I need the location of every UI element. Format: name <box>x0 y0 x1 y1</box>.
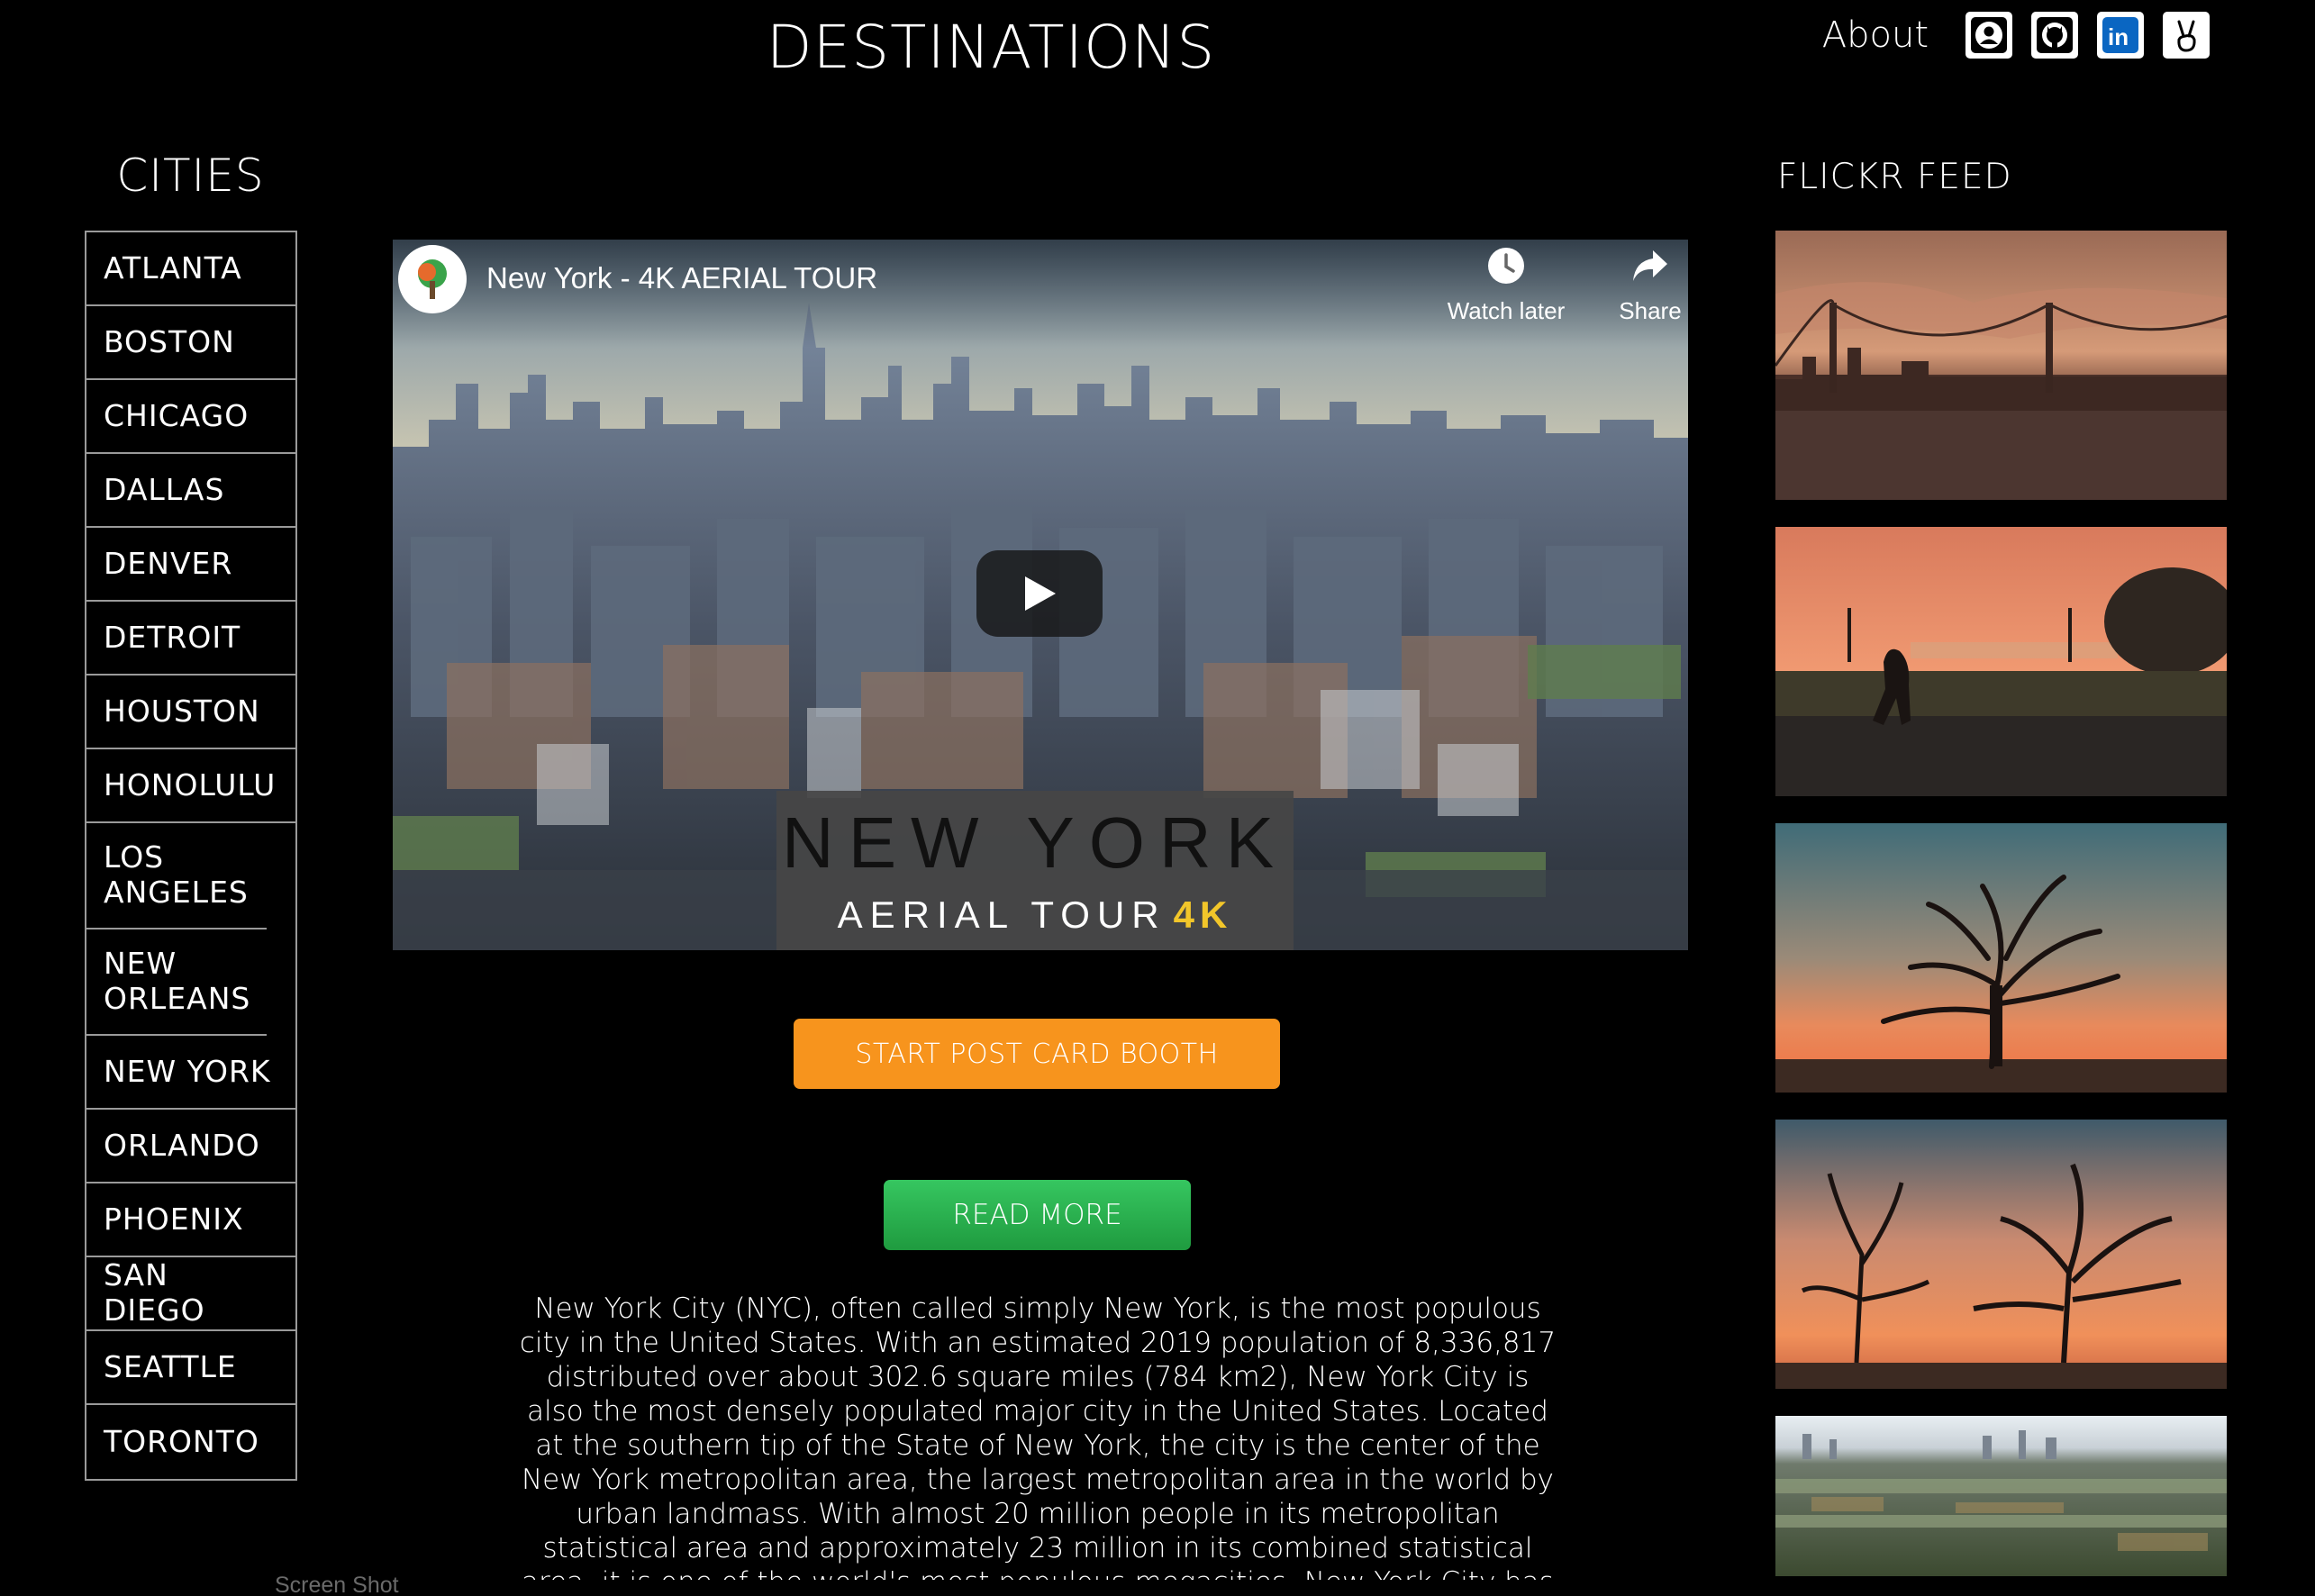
video-card-title: NEW YORK <box>781 803 1289 883</box>
city-item-toronto[interactable]: TORONTO <box>86 1405 295 1479</box>
watch-later-button[interactable]: Watch later <box>1443 245 1569 325</box>
profile-icon[interactable] <box>1965 12 2012 59</box>
channel-logo-icon[interactable] <box>398 245 467 313</box>
city-item-orlando[interactable]: ORLANDO <box>86 1110 295 1183</box>
page-title: DESTINATIONS <box>766 13 1216 82</box>
tree-photo <box>1775 823 2227 1093</box>
city-item-houston[interactable]: HOUSTON <box>86 676 295 749</box>
cities-heading: CITIES <box>116 150 265 202</box>
flickr-photo-city-aerial[interactable] <box>1775 1416 2227 1576</box>
flickr-photo-runner[interactable] <box>1775 527 2227 796</box>
video-title[interactable]: New York - 4K AERIAL TOUR <box>486 261 877 295</box>
watch-later-label: Watch later <box>1447 297 1566 324</box>
flickr-feed-heading: FLICKR FEED <box>1777 157 2012 197</box>
city-item-new-orleans[interactable]: NEW ORLEANS <box>86 929 267 1036</box>
svg-text:in: in <box>2108 23 2129 50</box>
video-card-accent: 4K <box>1173 893 1233 936</box>
city-item-los-angeles[interactable]: LOS ANGELES <box>86 823 267 929</box>
flickr-photo-tree[interactable] <box>1775 823 2227 1093</box>
flickr-photo-bridge[interactable] <box>1775 231 2227 500</box>
about-link[interactable]: About <box>1822 14 1929 56</box>
city-description: New York City (NYC), often called simply… <box>519 1292 1557 1580</box>
share-label: Share <box>1619 297 1682 324</box>
play-button[interactable] <box>976 550 1103 637</box>
city-item-boston[interactable]: BOSTON <box>86 306 295 380</box>
video-card-subtitle: AERIAL TOUR <box>837 893 1167 936</box>
trees-sunset-photo <box>1775 1120 2227 1389</box>
video-player[interactable]: New York - 4K AERIAL TOUR Watch later Sh… <box>393 240 1688 950</box>
runner-photo <box>1775 527 2227 796</box>
city-item-denver[interactable]: DENVER <box>86 528 295 602</box>
share-icon <box>1587 245 1688 295</box>
city-item-detroit[interactable]: DETROIT <box>86 602 295 676</box>
play-icon <box>1025 576 1056 611</box>
share-button[interactable]: Share <box>1587 245 1688 325</box>
city-item-new-york[interactable]: NEW YORK <box>86 1036 295 1110</box>
screenshot-label: Screen Shot <box>275 1573 399 1596</box>
read-more-button[interactable]: READ MORE <box>884 1180 1191 1250</box>
city-item-phoenix[interactable]: PHOENIX <box>86 1183 295 1257</box>
clock-icon <box>1443 245 1569 295</box>
city-item-chicago[interactable]: CHICAGO <box>86 380 295 454</box>
bridge-photo <box>1775 231 2227 500</box>
city-item-honolulu[interactable]: HONOLULU <box>86 749 295 823</box>
video-title-card: NEW YORK AERIAL TOUR 4K <box>776 791 1294 950</box>
linkedin-icon[interactable]: in <box>2097 12 2144 59</box>
city-item-san-diego[interactable]: SAN DIEGO <box>86 1257 295 1331</box>
city-item-atlanta[interactable]: ATLANTA <box>86 232 295 306</box>
angellist-icon[interactable] <box>2163 12 2210 59</box>
top-nav: About in <box>1822 11 2210 59</box>
city-item-dallas[interactable]: DALLAS <box>86 454 295 528</box>
city-item-seattle[interactable]: SEATTLE <box>86 1331 295 1405</box>
flickr-photo-trees-sunset[interactable] <box>1775 1120 2227 1389</box>
city-list: ATLANTA BOSTON CHICAGO DALLAS DENVER DET… <box>85 231 297 1481</box>
github-icon[interactable] <box>2031 12 2078 59</box>
city-aerial-photo <box>1775 1416 2227 1576</box>
start-postcard-booth-button[interactable]: START POST CARD BOOTH <box>794 1019 1280 1089</box>
